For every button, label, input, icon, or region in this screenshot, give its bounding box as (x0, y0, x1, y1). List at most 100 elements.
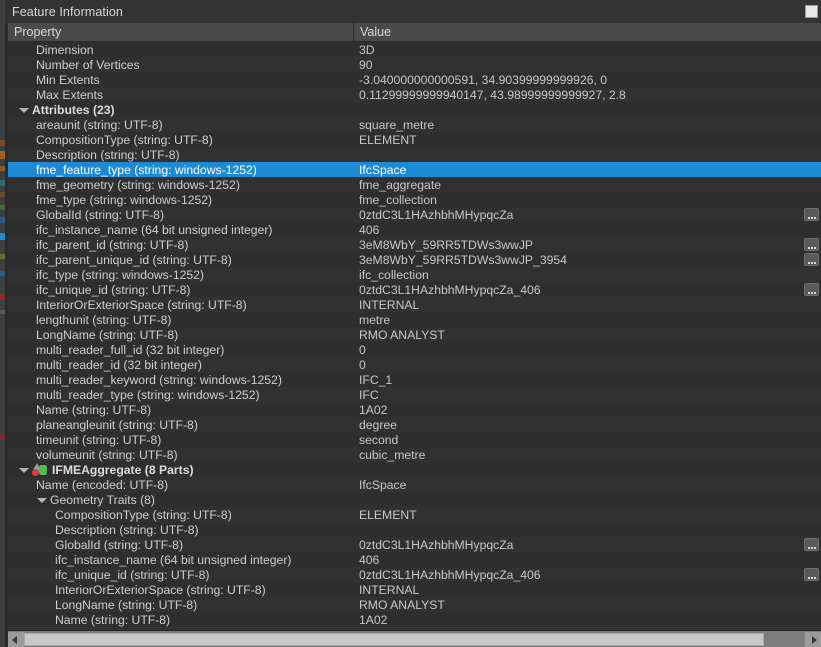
table-row[interactable]: LongName (string: UTF-8) RMO ANALYST (8, 327, 821, 342)
table-row[interactable]: Description (string: UTF-8) (8, 147, 821, 162)
row-value-cell[interactable]: 406 (353, 223, 821, 237)
table-row[interactable]: GlobalId (string: UTF-8) 0ztdC3L1HAzhbhMH… (8, 207, 821, 222)
row-value-cell[interactable]: INTERNAL (353, 583, 821, 597)
value-editor-ellipsis-button[interactable] (804, 208, 819, 221)
table-row[interactable]: CompositionType (string: UTF-8) ELEMENT (8, 507, 821, 522)
table-row[interactable]: ifc_instance_name (64 bit unsigned integ… (8, 552, 821, 567)
row-value-cell[interactable]: metre (353, 313, 821, 327)
row-value-cell[interactable]: 1A02 (353, 613, 821, 627)
table-row[interactable]: Description (string: UTF-8) (8, 522, 821, 537)
row-value-cell[interactable]: fme_aggregate (353, 178, 821, 192)
table-row[interactable]: Name (encoded: UTF-8) IfcSpace (8, 477, 821, 492)
row-value-cell[interactable]: IfcSpace (353, 478, 821, 492)
row-value-cell[interactable]: fme_collection (353, 193, 821, 207)
row-value-cell[interactable]: degree (353, 418, 821, 432)
table-row[interactable]: ifc_unique_id (string: UTF-8) 0ztdC3L1HAz… (8, 282, 821, 297)
row-value-cell[interactable]: 0 (353, 358, 821, 372)
row-value-cell[interactable]: 3eM8WbY_59RR5TDWs3wwJP (353, 238, 821, 252)
row-value-cell[interactable]: 3D (353, 43, 821, 57)
table-row[interactable]: GlobalId (string: UTF-8) 0ztdC3L1HAzhbhMH… (8, 537, 821, 552)
row-value-cell[interactable]: ELEMENT (353, 133, 821, 147)
table-row[interactable]: multi_reader_id (32 bit integer) 0 (8, 357, 821, 372)
table-row[interactable]: lengthunit (string: UTF-8) metre (8, 312, 821, 327)
row-value-cell[interactable]: cubic_metre (353, 448, 821, 462)
row-property-cell: timeunit (string: UTF-8) (8, 433, 353, 447)
value-editor-ellipsis-button[interactable] (804, 538, 819, 551)
scroll-right-arrow[interactable] (805, 631, 821, 647)
row-value-cell[interactable]: IFC (353, 388, 821, 402)
table-row[interactable]: ifc_parent_unique_id (string: UTF-8) 3eM8… (8, 252, 821, 267)
row-property-cell: Dimension (8, 43, 353, 57)
table-row[interactable]: CompositionType (string: UTF-8) ELEMENT (8, 132, 821, 147)
table-row[interactable]: Attributes (23) (8, 102, 821, 117)
row-value-cell[interactable]: ELEMENT (353, 508, 821, 522)
row-value-cell[interactable]: 0 (353, 343, 821, 357)
table-row[interactable]: ifc_type (string: windows-1252) ifc_colle… (8, 267, 821, 282)
value-editor-ellipsis-button[interactable] (804, 568, 819, 581)
column-header-value[interactable]: Value (353, 23, 821, 41)
row-property-label: LongName (string: UTF-8) (36, 327, 179, 342)
scrollbar-track[interactable] (764, 632, 805, 647)
table-row[interactable]: areaunit (string: UTF-8) square_metre (8, 117, 821, 132)
table-row[interactable]: LongName (string: UTF-8) RMO ANALYST (8, 597, 821, 612)
value-editor-ellipsis-button[interactable] (804, 238, 819, 251)
close-button[interactable] (805, 5, 818, 18)
table-row[interactable]: Max Extents 0.11299999999940147, 43.98999… (8, 87, 821, 102)
row-value-cell[interactable]: RMO ANALYST (353, 328, 821, 342)
row-value-cell[interactable]: second (353, 433, 821, 447)
chevron-down-icon[interactable] (18, 464, 29, 475)
table-row[interactable]: InteriorOrExteriorSpace (string: UTF-8) I… (8, 582, 821, 597)
table-row[interactable]: Geometry Traits (8) (8, 492, 821, 507)
table-row[interactable]: multi_reader_type (string: windows-1252)… (8, 387, 821, 402)
row-property-label: Attributes (23) (32, 102, 115, 117)
row-value-cell[interactable]: 406 (353, 553, 821, 567)
row-value-cell[interactable]: INTERNAL (353, 298, 821, 312)
row-value-cell[interactable]: RMO ANALYST (353, 598, 821, 612)
table-row[interactable]: Name (string: UTF-8) 1A02 (8, 402, 821, 417)
table-row[interactable]: volumeunit (string: UTF-8) cubic_metre (8, 447, 821, 462)
row-value-cell[interactable]: -3.040000000000591, 34.90399999999926, 0 (353, 73, 821, 87)
row-value-cell[interactable]: 0.11299999999940147, 43.98999999999927, … (353, 88, 821, 102)
table-row[interactable]: multi_reader_full_id (32 bit integer) 0 (8, 342, 821, 357)
table-row[interactable]: ifc_parent_id (string: UTF-8) 3eM8WbY_59R… (8, 237, 821, 252)
row-value-cell[interactable]: IFC_1 (353, 373, 821, 387)
table-row[interactable]: InteriorOrExteriorSpace (string: UTF-8) I… (8, 297, 821, 312)
column-header-property[interactable]: Property (8, 23, 353, 41)
table-row-empty (8, 627, 821, 630)
chevron-down-icon[interactable] (36, 494, 47, 505)
row-property-label: IFMEAggregate (8 Parts) (52, 462, 194, 477)
row-property-cell: fme_feature_type (string: windows-1252) (8, 163, 353, 177)
value-editor-ellipsis-button[interactable] (804, 253, 819, 266)
chevron-down-icon[interactable] (18, 104, 29, 115)
row-value-cell[interactable]: 3eM8WbY_59RR5TDWs3wwJP_3954 (353, 253, 821, 267)
row-value-cell[interactable]: 1A02 (353, 403, 821, 417)
table-row[interactable]: fme_feature_type (string: windows-1252) I… (8, 162, 821, 177)
row-value-cell[interactable]: 0ztdC3L1HAzhbhMHypqcZa (353, 538, 821, 552)
table-row[interactable]: IFMEAggregate (8 Parts) (8, 462, 821, 477)
row-value-cell[interactable]: ifc_collection (353, 268, 821, 282)
row-value-label: INTERNAL (359, 582, 420, 597)
row-property-cell: Number of Vertices (8, 58, 353, 72)
horizontal-scrollbar[interactable] (8, 630, 821, 647)
row-value-cell[interactable]: 0ztdC3L1HAzhbhMHypqcZa (353, 208, 821, 222)
row-value-cell[interactable]: square_metre (353, 118, 821, 132)
value-editor-ellipsis-button[interactable] (804, 283, 819, 296)
table-row[interactable]: timeunit (string: UTF-8) second (8, 432, 821, 447)
table-row[interactable]: Number of Vertices 90 (8, 57, 821, 72)
scrollbar-thumb[interactable] (24, 632, 764, 646)
table-row[interactable]: planeangleunit (string: UTF-8) degree (8, 417, 821, 432)
table-row[interactable]: fme_type (string: windows-1252) fme_colle… (8, 192, 821, 207)
row-value-cell[interactable]: 90 (353, 58, 821, 72)
row-value-cell[interactable]: IfcSpace (353, 163, 821, 177)
table-row[interactable]: Name (string: UTF-8) 1A02 (8, 612, 821, 627)
table-row[interactable]: ifc_unique_id (string: UTF-8) 0ztdC3L1HAz… (8, 567, 821, 582)
row-value-cell[interactable]: 0ztdC3L1HAzhbhMHypqcZa_406 (353, 568, 821, 582)
scroll-left-arrow[interactable] (8, 631, 24, 647)
table-row[interactable]: fme_geometry (string: windows-1252) fme_a… (8, 177, 821, 192)
table-row[interactable]: Dimension 3D (8, 42, 821, 57)
row-value-cell[interactable]: 0ztdC3L1HAzhbhMHypqcZa_406 (353, 283, 821, 297)
table-row[interactable]: Min Extents -3.040000000000591, 34.903999… (8, 72, 821, 87)
row-property-cell: ifc_instance_name (64 bit unsigned integ… (8, 223, 353, 237)
table-row[interactable]: ifc_instance_name (64 bit unsigned integ… (8, 222, 821, 237)
table-row[interactable]: multi_reader_keyword (string: windows-12… (8, 372, 821, 387)
